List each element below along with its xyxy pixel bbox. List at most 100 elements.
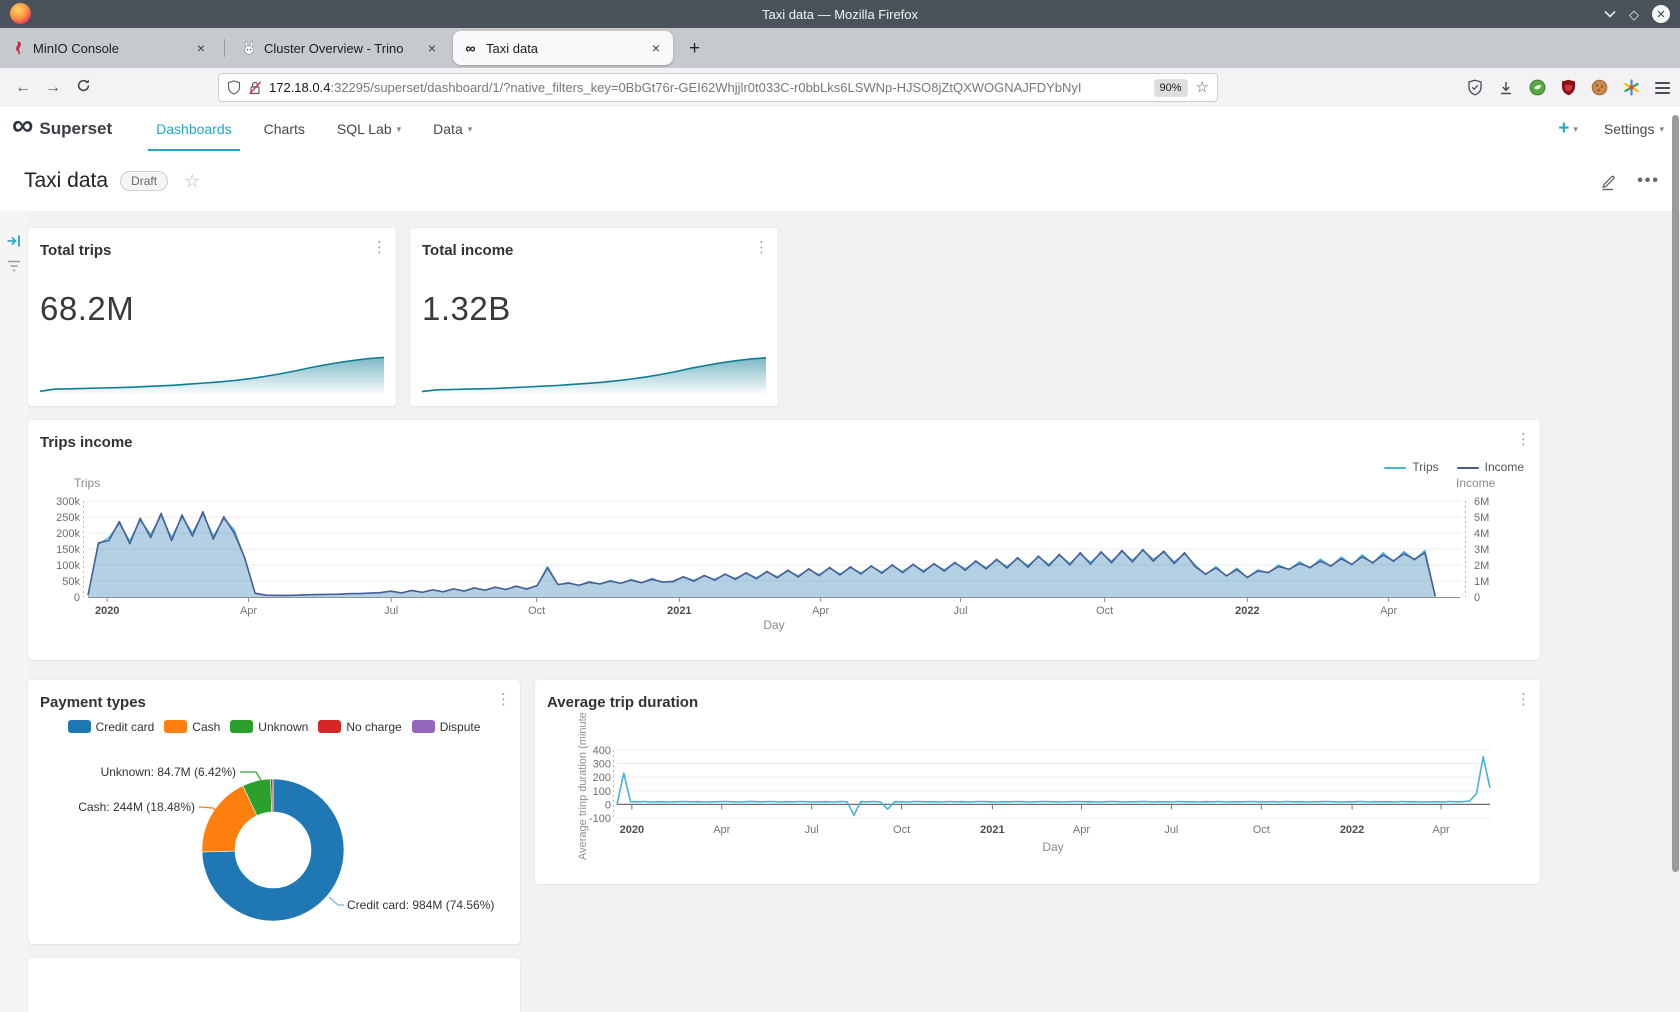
edit-pencil-icon[interactable] xyxy=(1598,172,1617,191)
nav-item-sql-lab[interactable]: SQL Lab ▾ xyxy=(337,107,401,151)
dashboard-header: Taxi data Draft ☆ ••• xyxy=(0,151,1680,211)
browser-tab-trino[interactable]: Cluster Overview - Trino × xyxy=(231,31,449,65)
x-axis-title: Day xyxy=(1013,840,1093,854)
window-minimize-icon[interactable] xyxy=(1604,10,1616,18)
svg-text:2020: 2020 xyxy=(95,605,119,617)
card-partial-bottom xyxy=(28,958,520,1012)
scrollbar-thumb[interactable] xyxy=(1672,115,1679,872)
tab-close-icon[interactable]: × xyxy=(425,41,439,55)
svg-text:150k: 150k xyxy=(56,544,80,556)
svg-text:Oct: Oct xyxy=(893,824,910,836)
favorite-star-icon[interactable]: ☆ xyxy=(184,171,200,192)
svg-text:Apr: Apr xyxy=(1380,605,1397,617)
tracking-shield-icon[interactable] xyxy=(227,80,241,95)
insecure-lock-icon[interactable] xyxy=(247,80,263,96)
nav-item-charts[interactable]: Charts xyxy=(264,107,305,151)
svg-text:3M: 3M xyxy=(1474,544,1489,556)
trino-logo-icon xyxy=(241,41,256,56)
svg-text:Credit card: 984M (74.56%): Credit card: 984M (74.56%) xyxy=(347,898,494,912)
window-close-icon[interactable]: ✕ xyxy=(1652,5,1670,23)
firefox-logo-icon xyxy=(10,3,31,24)
zoom-level-badge[interactable]: 90% xyxy=(1154,79,1188,97)
svg-text:Apr: Apr xyxy=(812,605,829,617)
chart-kebab-menu-icon[interactable]: ⋮ xyxy=(754,240,768,255)
svg-text:Jul: Jul xyxy=(805,824,819,836)
browser-tab-minio[interactable]: MinIO Console × xyxy=(0,31,218,65)
menu-hamburger-icon[interactable] xyxy=(1655,82,1670,94)
donut-chart: Unknown: 84.7M (6.42%)Cash: 244M (18.48%… xyxy=(28,680,520,944)
colorful-extension-icon[interactable] xyxy=(1623,79,1640,96)
cookie-extension-icon[interactable] xyxy=(1591,79,1608,96)
expand-filter-bar-icon[interactable] xyxy=(6,233,22,249)
back-button[interactable]: ← xyxy=(8,79,38,97)
svg-text:Jul: Jul xyxy=(384,605,398,617)
chevron-down-icon: ▾ xyxy=(1659,124,1664,135)
url-path: :32295/superset/dashboard/1/?native_filt… xyxy=(330,80,1153,95)
chevron-down-icon: ▾ xyxy=(1573,124,1578,135)
svg-text:-100: -100 xyxy=(589,813,611,825)
svg-text:400: 400 xyxy=(593,745,611,757)
big-number-value: 68.2M xyxy=(40,290,134,328)
browser-toolbar: ← → 172.18.0.4 :32295/superset/dashboard… xyxy=(0,68,1680,108)
chart-title: Total income xyxy=(422,242,513,259)
svg-text:0: 0 xyxy=(74,592,80,604)
svg-text:2020: 2020 xyxy=(620,824,644,836)
protections-shield-icon[interactable] xyxy=(1467,79,1483,96)
window-maximize-icon[interactable]: ◇ xyxy=(1629,8,1639,21)
svg-text:Oct: Oct xyxy=(1253,824,1270,836)
svg-text:Apr: Apr xyxy=(1433,824,1450,836)
chevron-down-icon: ▾ xyxy=(468,124,473,135)
browser-window: Taxi data — Mozilla Firefox ◇ ✕ MinIO Co… xyxy=(0,0,1680,1012)
forward-button[interactable]: → xyxy=(38,79,68,97)
filter-icon[interactable] xyxy=(6,259,22,273)
svg-text:2021: 2021 xyxy=(980,824,1004,836)
bookmark-star-icon[interactable]: ☆ xyxy=(1196,80,1209,95)
tab-title: Cluster Overview - Trino xyxy=(264,41,425,56)
ublock-shield-icon[interactable] xyxy=(1561,79,1576,96)
tab-close-icon[interactable]: × xyxy=(194,41,208,55)
privacy-extension-icon[interactable] xyxy=(1529,79,1546,96)
svg-text:6M: 6M xyxy=(1474,496,1489,508)
status-badge: Draft xyxy=(120,171,168,191)
more-actions-icon[interactable]: ••• xyxy=(1637,172,1660,190)
x-axis-title: Day xyxy=(734,618,814,632)
settings-menu[interactable]: Settings ▾ xyxy=(1604,121,1664,137)
nav-item-data[interactable]: Data ▾ xyxy=(433,107,472,151)
reload-button[interactable] xyxy=(68,78,98,98)
card-avg-trip-duration: Average trip duration ⋮ Average trinp du… xyxy=(535,680,1540,884)
superset-logo-icon: ∞ xyxy=(463,41,478,56)
browser-tab-taxi-data[interactable]: ∞ Taxi data × xyxy=(453,31,673,65)
sparkline-chart xyxy=(422,352,766,394)
minio-logo-icon xyxy=(10,41,25,56)
svg-text:5M: 5M xyxy=(1474,512,1489,524)
card-total-income: Total income ⋮ 1.32B xyxy=(410,228,778,406)
svg-text:Jul: Jul xyxy=(1164,824,1178,836)
card-trips-income: Trips income ⋮ TripsIncome Trips Income … xyxy=(28,420,1540,660)
tab-title: MinIO Console xyxy=(33,41,194,56)
nav-item-dashboards[interactable]: Dashboards xyxy=(156,107,232,151)
add-new-button[interactable]: +▾ xyxy=(1558,118,1578,140)
downloads-icon[interactable] xyxy=(1498,80,1514,96)
svg-text:2022: 2022 xyxy=(1340,824,1364,836)
svg-text:2021: 2021 xyxy=(667,605,691,617)
card-payment-types: Payment types ⋮ Credit cardCashUnknownNo… xyxy=(28,680,520,944)
tab-close-icon[interactable]: × xyxy=(649,41,663,55)
svg-text:Cash: 244M (18.48%): Cash: 244M (18.48%) xyxy=(78,800,195,814)
svg-text:200k: 200k xyxy=(56,528,80,540)
svg-text:Apr: Apr xyxy=(1073,824,1090,836)
url-bar[interactable]: 172.18.0.4 :32295/superset/dashboard/1/?… xyxy=(218,73,1218,102)
svg-text:300: 300 xyxy=(593,759,611,771)
chart-kebab-menu-icon[interactable]: ⋮ xyxy=(372,240,386,255)
superset-logo-icon: ∞ xyxy=(12,111,33,141)
card-total-trips: Total trips ⋮ 68.2M xyxy=(28,228,396,406)
chevron-down-icon: ▾ xyxy=(397,124,402,135)
window-title: Taxi data — Mozilla Firefox xyxy=(0,7,1680,22)
superset-brand: Superset xyxy=(39,119,112,139)
svg-text:250k: 250k xyxy=(56,512,80,524)
tab-title: Taxi data xyxy=(486,41,649,56)
new-tab-button[interactable]: + xyxy=(677,39,712,58)
url-host: 172.18.0.4 xyxy=(269,80,330,95)
svg-text:100k: 100k xyxy=(56,560,80,572)
svg-text:Apr: Apr xyxy=(713,824,730,836)
svg-text:300k: 300k xyxy=(56,496,80,508)
